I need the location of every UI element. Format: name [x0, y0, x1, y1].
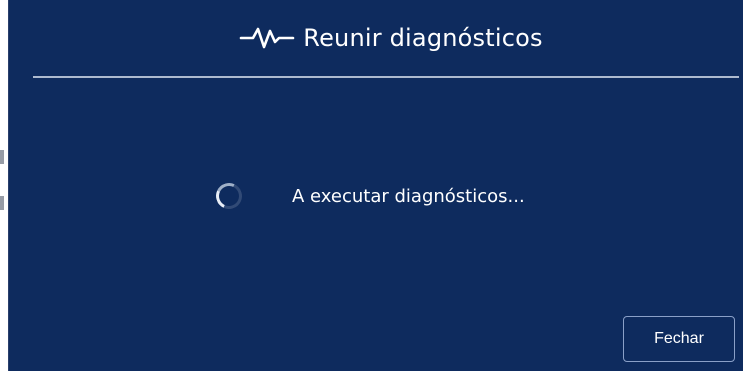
loading-spinner-icon — [212, 179, 246, 213]
header-divider — [33, 76, 739, 78]
dialog-header: Reunir diagnósticos — [9, 0, 743, 76]
status-row: A executar diagnósticos... — [9, 170, 743, 226]
close-button[interactable]: Fechar — [623, 316, 735, 362]
background-edge — [0, 0, 8, 374]
screen: Reunir diagnósticos A executar diagnósti… — [0, 0, 743, 374]
dialog-title-group: Reunir diagnósticos — [239, 24, 543, 52]
status-text: A executar diagnósticos... — [292, 186, 525, 207]
edge-mark — [0, 196, 4, 210]
pulse-icon — [239, 26, 295, 50]
edge-mark — [0, 150, 4, 164]
dialog-title: Reunir diagnósticos — [303, 24, 543, 52]
diagnostics-dialog: Reunir diagnósticos A executar diagnósti… — [8, 0, 743, 371]
